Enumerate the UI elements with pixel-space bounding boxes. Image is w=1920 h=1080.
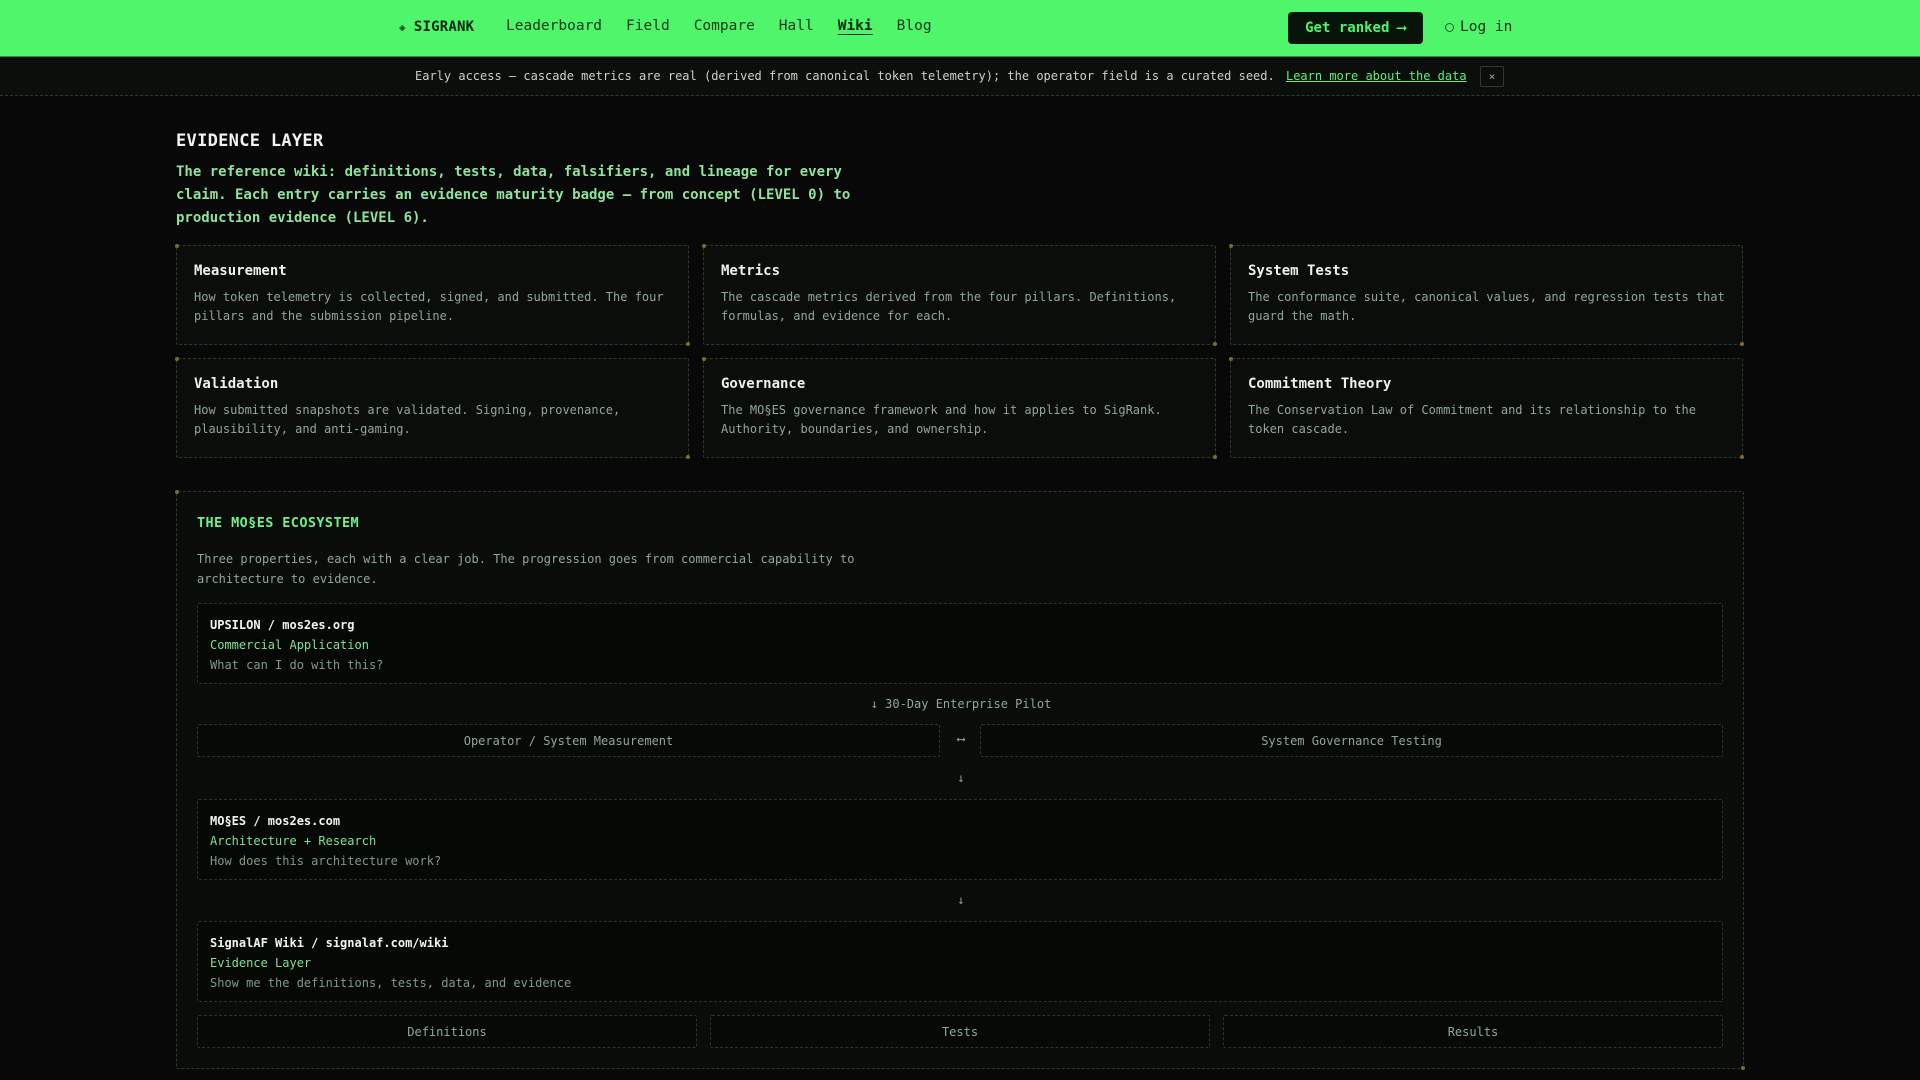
close-icon: × bbox=[1488, 70, 1496, 83]
tier-upsilon[interactable]: UPSILON / mos2es.org Commercial Applicat… bbox=[197, 603, 1723, 684]
pilot-label: ↓ 30-Day Enterprise Pilot bbox=[870, 697, 1052, 711]
card-description: How submitted snapshots are validated. S… bbox=[194, 403, 621, 436]
tier-role: Commercial Application bbox=[210, 638, 369, 652]
down-arrow-icon: ↓ bbox=[957, 893, 965, 907]
card-system-tests[interactable]: System Tests The conformance suite, cano… bbox=[1229, 244, 1744, 346]
card-validation[interactable]: Validation How submitted snapshots are v… bbox=[175, 357, 690, 459]
card-description: The cascade metrics derived from the fou… bbox=[721, 290, 1177, 323]
box-label: Tests bbox=[941, 1024, 979, 1039]
tier-role: Evidence Layer bbox=[210, 956, 312, 970]
ecosystem-title: THE MO§ES ECOSYSTEM bbox=[197, 515, 360, 531]
definitions-box[interactable]: Definitions bbox=[197, 1015, 697, 1048]
card-title: Governance bbox=[721, 376, 806, 392]
card-metrics[interactable]: Metrics The cascade metrics derived from… bbox=[702, 244, 1217, 346]
box-label: Definitions bbox=[407, 1024, 487, 1039]
diamond-icon: ◈ bbox=[399, 20, 406, 34]
nav-links: Leaderboard Field Compare Hall Wiki Blog bbox=[506, 18, 932, 34]
tier-moses[interactable]: MO§ES / mos2es.com Architecture + Resear… bbox=[197, 799, 1723, 880]
get-ranked-button[interactable]: Get ranked ⟶ bbox=[1288, 12, 1423, 44]
login-label: Log in bbox=[1460, 19, 1513, 35]
page-intro: The reference wiki: definitions, tests, … bbox=[176, 164, 851, 226]
close-banner-button[interactable]: × bbox=[1480, 66, 1504, 87]
nav-wiki[interactable]: Wiki bbox=[838, 18, 873, 34]
brand-name: SIGRANK bbox=[413, 19, 475, 35]
tests-box[interactable]: Tests bbox=[710, 1015, 1210, 1048]
banner-text: Early access — cascade metrics are real … bbox=[415, 69, 1275, 83]
ecosystem-panel: THE MO§ES ECOSYSTEM Three properties, ea… bbox=[175, 490, 1745, 1070]
ecosystem-description: Three properties, each with a clear job.… bbox=[197, 552, 855, 586]
card-title: Measurement bbox=[194, 263, 287, 279]
nav-leaderboard[interactable]: Leaderboard bbox=[506, 18, 602, 34]
card-description: The conformance suite, canonical values,… bbox=[1248, 290, 1725, 323]
nav-blog[interactable]: Blog bbox=[897, 18, 932, 34]
banner-message: Early access — cascade metrics are real … bbox=[415, 69, 1467, 83]
card-description: How token telemetry is collected, signed… bbox=[194, 290, 664, 323]
brand-logo[interactable]: ◈ SIGRANK bbox=[399, 19, 474, 35]
tier-name: UPSILON / mos2es.org bbox=[210, 618, 355, 632]
tier-name: SignalAF Wiki / signalaf.com/wiki bbox=[210, 936, 449, 950]
page-title: EVIDENCE LAYER bbox=[176, 131, 324, 151]
card-title: Commitment Theory bbox=[1248, 376, 1392, 392]
card-governance[interactable]: Governance The MO§ES governance framewor… bbox=[702, 357, 1217, 459]
card-title: Metrics bbox=[721, 263, 781, 279]
get-ranked-label: Get ranked bbox=[1305, 20, 1390, 36]
card-description: The Conservation Law of Commitment and i… bbox=[1248, 403, 1696, 436]
card-title: System Tests bbox=[1248, 263, 1350, 279]
nav-hall[interactable]: Hall bbox=[779, 18, 814, 34]
tier-question: Show me the definitions, tests, data, an… bbox=[210, 976, 572, 990]
card-measurement[interactable]: Measurement How token telemetry is colle… bbox=[175, 244, 690, 346]
nav-field[interactable]: Field bbox=[626, 18, 670, 34]
tier-question: How does this architecture work? bbox=[210, 854, 442, 868]
box-label: System Governance Testing bbox=[1261, 733, 1442, 748]
user-circle-icon bbox=[1445, 22, 1454, 32]
bidirectional-arrow-icon: ⟷ bbox=[957, 732, 965, 746]
card-commitment-theory[interactable]: Commitment Theory The Conservation Law o… bbox=[1229, 357, 1744, 459]
down-arrow-icon: ↓ bbox=[957, 771, 965, 785]
card-title: Validation bbox=[194, 376, 279, 392]
tier-role: Architecture + Research bbox=[210, 834, 377, 848]
tier-name: MO§ES / mos2es.com bbox=[210, 814, 341, 828]
governance-testing-box: System Governance Testing bbox=[980, 724, 1723, 757]
arrow-right-icon: ⟶ bbox=[1397, 20, 1406, 36]
tier-signalaf-wiki[interactable]: SignalAF Wiki / signalaf.com/wiki Eviden… bbox=[197, 921, 1723, 1002]
top-nav: ◈ SIGRANK Leaderboard Field Compare Hall… bbox=[0, 0, 1920, 57]
box-label: Results bbox=[1447, 1024, 1499, 1039]
learn-more-link[interactable]: Learn more about the data bbox=[1286, 69, 1467, 83]
operator-measurement-box: Operator / System Measurement bbox=[197, 724, 940, 757]
results-box[interactable]: Results bbox=[1223, 1015, 1723, 1048]
card-description: The MO§ES governance framework and how i… bbox=[721, 403, 1162, 436]
box-label: Operator / System Measurement bbox=[463, 733, 674, 748]
tier-question: What can I do with this? bbox=[210, 658, 384, 672]
login-link[interactable]: Log in bbox=[1445, 19, 1512, 35]
early-access-banner: Early access — cascade metrics are real … bbox=[0, 57, 1920, 96]
nav-compare[interactable]: Compare bbox=[694, 18, 755, 34]
